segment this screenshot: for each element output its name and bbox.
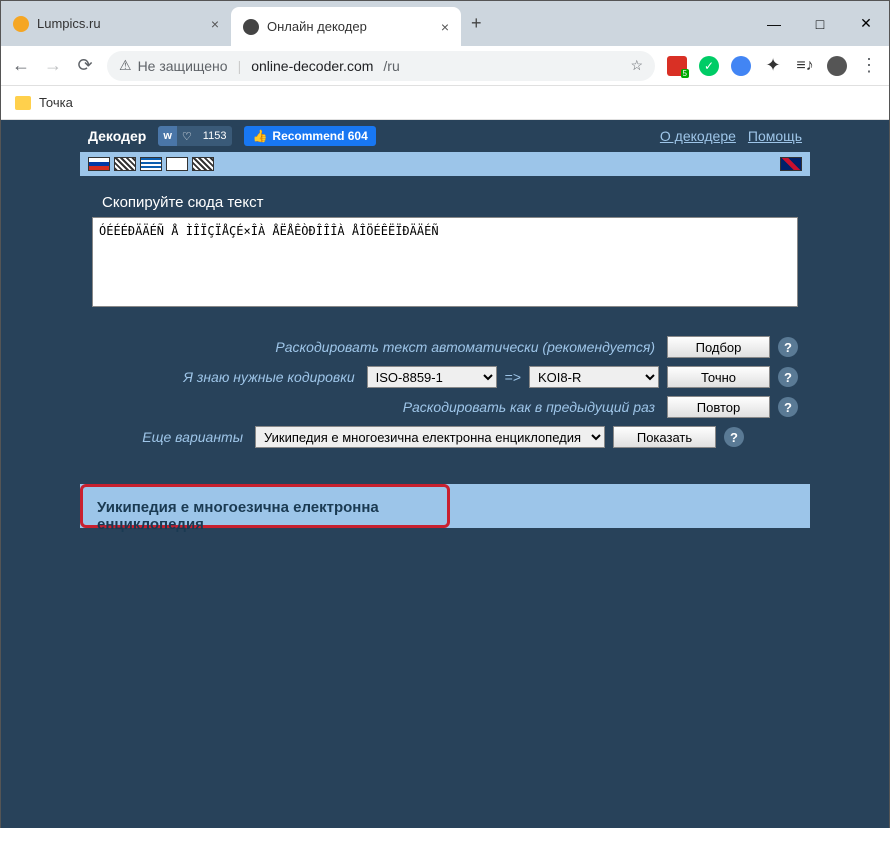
vk-widget[interactable]: w ♡ 1153 <box>158 126 232 146</box>
address-bar[interactable]: ⚠ Не защищено | online-decoder.com/ru ☆ <box>107 51 655 81</box>
url-path: /ru <box>383 58 399 74</box>
exact-button[interactable]: Точно <box>667 366 770 388</box>
input-textarea[interactable]: ÓÉÉÉÐÄÄÉÑ Å ÌÎÏÇÏÅÇÉ×ÎÀ ÅËÅÊÒÐÎÎÎÀ ÅÎÖÉÊ… <box>92 217 798 307</box>
help-icon[interactable]: ? <box>778 397 798 417</box>
page-content: Декодер w ♡ 1153 👍 Recommend 604 О декод… <box>1 120 889 828</box>
vk-logo-icon: w <box>158 126 177 146</box>
reload-button[interactable]: ⟳ <box>75 56 95 76</box>
favicon-lumpics <box>13 16 29 32</box>
result-area: Уикипедия е многоезична електронна енцик… <box>80 464 810 528</box>
options: Раскодировать текст автоматически (реком… <box>92 332 798 452</box>
flag-il-icon[interactable] <box>166 157 188 171</box>
auto-button[interactable]: Подбор <box>667 336 770 358</box>
folder-icon <box>15 96 31 110</box>
opt-know-label: Я знаю нужные кодировки <box>92 369 359 385</box>
close-icon[interactable]: × <box>441 19 449 35</box>
ext-icon-3[interactable] <box>731 56 751 76</box>
close-icon[interactable]: × <box>211 16 219 32</box>
fb-label: Recommend 604 <box>272 129 367 143</box>
encoding-from-select[interactable]: ISO-8859-1 <box>367 366 497 388</box>
opt-repeat-label: Раскодировать как в предыдущий раз <box>92 399 659 415</box>
navbar: ← → ⟳ ⚠ Не защищено | online-decoder.com… <box>1 46 889 86</box>
thumbs-up-icon: 👍 <box>252 129 267 143</box>
arrow-icon: => <box>505 369 521 385</box>
flag-ru-icon[interactable] <box>88 157 110 171</box>
encoding-to-select[interactable]: KOI8-R <box>529 366 659 388</box>
tab-title: Lumpics.ru <box>37 16 101 31</box>
decoder-panel: Скопируйте сюда текст ÓÉÉÉÐÄÄÉÑ Å ÌÎÏÇÏÅ… <box>80 176 810 464</box>
maximize-button[interactable]: □ <box>797 1 843 46</box>
input-tab-label: Скопируйте сюда текст <box>92 188 798 217</box>
vk-count: 1153 <box>197 130 233 142</box>
extensions: 5 ✓ ✦ ≡♪ ⋮ <box>667 56 879 76</box>
bookmarks-bar: Точка <box>1 86 889 120</box>
fb-recommend-button[interactable]: 👍 Recommend 604 <box>244 126 375 146</box>
insecure-label: Не защищено <box>138 58 228 74</box>
close-button[interactable]: ✕ <box>843 1 889 46</box>
tab-title: Онлайн декодер <box>267 19 367 34</box>
flag-uk-icon[interactable] <box>780 157 802 171</box>
language-bar <box>80 152 810 176</box>
back-button[interactable]: ← <box>11 56 31 76</box>
ext-icon-1[interactable]: 5 <box>667 56 687 76</box>
extensions-icon[interactable]: ✦ <box>763 56 783 76</box>
favicon-decoder <box>243 19 259 35</box>
site-brand[interactable]: Декодер <box>88 128 146 144</box>
warning-icon: ⚠ <box>119 57 132 74</box>
heart-icon: ♡ <box>177 130 197 143</box>
show-button[interactable]: Показать <box>613 426 716 448</box>
help-icon[interactable]: ? <box>724 427 744 447</box>
opt-more-label: Еще варианты <box>92 429 247 445</box>
security-indicator: ⚠ Не защищено <box>119 57 228 74</box>
avatar[interactable] <box>827 56 847 76</box>
flag-icon[interactable] <box>192 157 214 171</box>
tab-decoder[interactable]: Онлайн декодер × <box>231 7 461 46</box>
help-icon[interactable]: ? <box>778 367 798 387</box>
star-icon[interactable]: ☆ <box>630 57 643 74</box>
repeat-button[interactable]: Повтор <box>667 396 770 418</box>
ext-icon-5[interactable]: ≡♪ <box>795 56 815 76</box>
tab-lumpics[interactable]: Lumpics.ru × <box>1 1 231 46</box>
ext-icon-2[interactable]: ✓ <box>699 56 719 76</box>
flag-gr-icon[interactable] <box>140 157 162 171</box>
forward-button[interactable]: → <box>43 56 63 76</box>
flag-icon[interactable] <box>114 157 136 171</box>
help-icon[interactable]: ? <box>778 337 798 357</box>
titlebar: Lumpics.ru × Онлайн декодер × + — □ ✕ <box>1 1 889 46</box>
result-text: Уикипедия е многоезична електронна енцик… <box>80 484 450 528</box>
link-help[interactable]: Помощь <box>748 128 802 144</box>
opt-auto-label: Раскодировать текст автоматически (реком… <box>92 339 659 355</box>
link-about[interactable]: О декодере <box>660 128 736 144</box>
site-topbar: Декодер w ♡ 1153 👍 Recommend 604 О декод… <box>80 120 810 152</box>
browser-window: Lumpics.ru × Онлайн декодер × + — □ ✕ ← … <box>0 0 890 828</box>
url-host: online-decoder.com <box>251 58 373 74</box>
new-tab-button[interactable]: + <box>461 1 492 46</box>
window-controls: — □ ✕ <box>751 1 889 46</box>
minimize-button[interactable]: — <box>751 1 797 46</box>
menu-icon[interactable]: ⋮ <box>859 56 879 76</box>
bookmark-item[interactable]: Точка <box>39 95 73 110</box>
variant-select[interactable]: Уикипедия е многоезична електронна енцик… <box>255 426 605 448</box>
